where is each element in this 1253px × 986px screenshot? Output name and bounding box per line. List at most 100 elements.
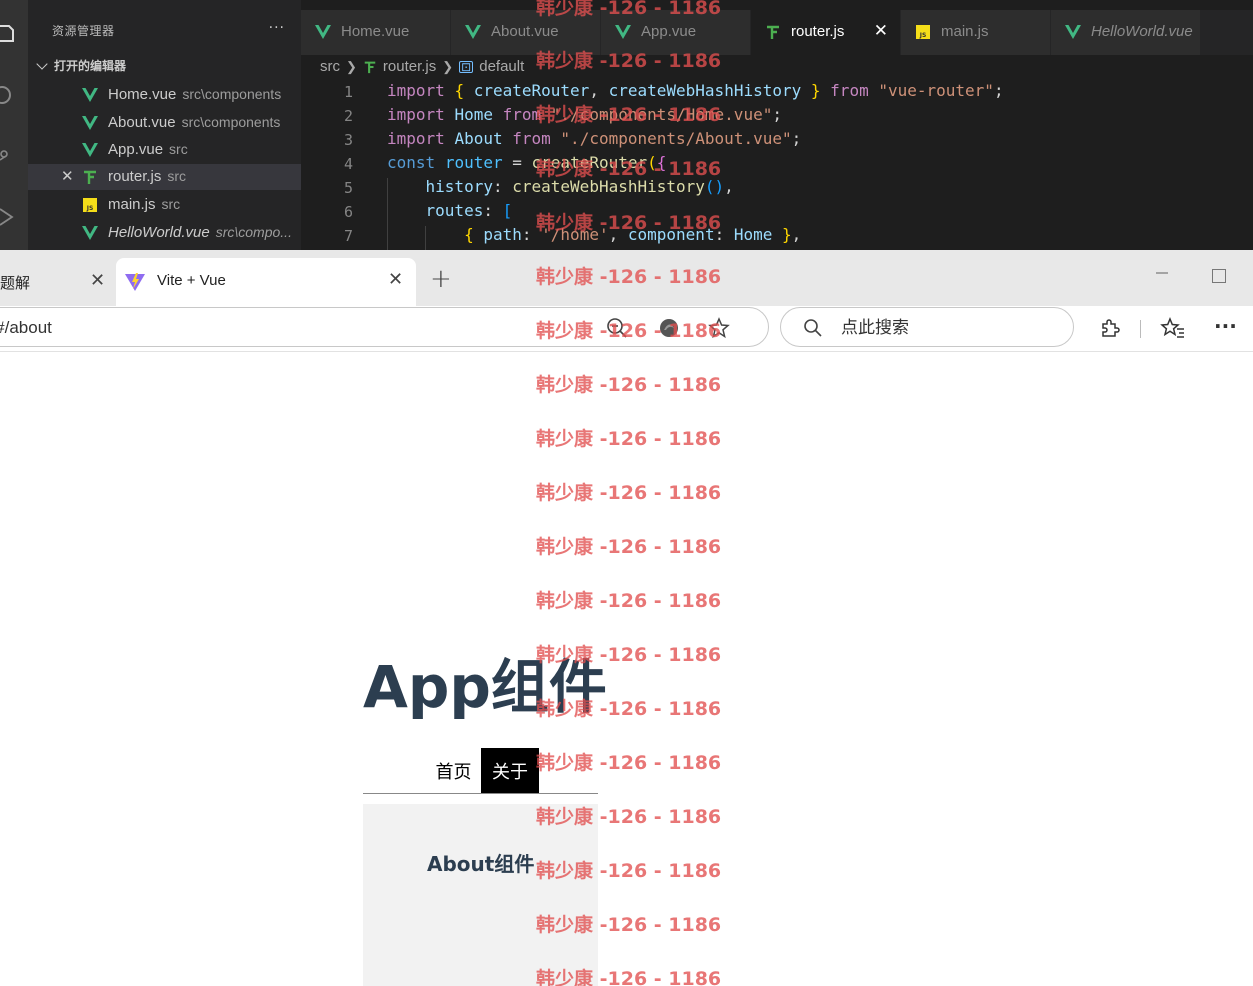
code-token: : [483,201,493,220]
code-token: , [724,177,734,196]
code-token: , [608,225,619,244]
code-token: , [791,225,802,244]
code-token: [ [502,201,513,220]
code-token: Home [733,225,773,244]
browser-tab-bar: 题解 ✕ Vite + Vue ✕ + [0,250,1253,306]
breadcrumb-file[interactable]: router.js [383,58,436,75]
open-editors-label: 打开的编辑器 [54,59,127,73]
toolbar-divider [1140,320,1141,338]
open-editor-name: HelloWorld.vue [108,224,210,241]
browser-tab-label: 题解 [0,274,31,292]
tab-helloworld-vue[interactable]: HelloWorld.vue [1051,10,1201,55]
open-editor-name: main.js [108,196,156,213]
browser-tab-active[interactable]: Vite + Vue ✕ [116,258,416,306]
zoom-icon[interactable] [605,316,629,340]
line-number: 6 [343,203,353,221]
vscode-window: 资源管理器 ··· 打开的编辑器 Home.vue src\components … [0,0,1253,250]
code-line: 3 import About from "./components/About.… [301,128,1253,152]
code-token: } [782,225,792,244]
browser-tab[interactable]: 题解 ✕ [0,261,116,306]
extensions-puzzle-icon[interactable] [1098,316,1122,340]
open-editor-item[interactable]: App.vue src [28,137,301,163]
breadcrumb-folder[interactable]: src [320,58,340,75]
nav-link-home[interactable]: 首页 [426,748,481,793]
search-icon[interactable] [0,86,14,104]
code-token: { [464,225,474,244]
tab-about-vue[interactable]: About.vue [451,10,601,55]
vue-file-icon [615,25,631,39]
close-tab-icon[interactable]: ✕ [874,21,888,41]
open-editor-item[interactable]: Home.vue src\components [28,82,301,108]
line-number: 7 [343,227,353,245]
edge-app-icon[interactable] [657,316,681,340]
svg-text:JS: JS [919,32,927,39]
open-editor-path: src [167,168,187,184]
run-debug-icon[interactable] [0,208,14,226]
chevron-right-icon: ❯ [442,58,454,74]
page-viewport: App组件 首页 关于 About组件 [0,353,1253,986]
explorer-more-button[interactable]: ··· [269,20,285,36]
nav-link-about[interactable]: 关于 [481,748,539,793]
open-editor-item-active[interactable]: ✕ router.js src [28,164,301,190]
tab-label: router.js [791,23,845,40]
open-editor-item[interactable]: JS main.js src [28,192,301,218]
open-editors-header[interactable]: 打开的编辑器 [34,57,126,74]
vue-file-icon [465,25,481,39]
open-editor-name: About.vue [108,114,176,131]
line-number: 4 [343,155,353,173]
tab-app-vue[interactable]: App.vue [601,10,751,55]
search-input[interactable] [841,316,1051,340]
vue-file-icon [82,226,98,240]
open-editor-path: src\compo... [215,224,292,240]
more-menu-button[interactable]: ··· [1214,314,1237,338]
line-number: 2 [343,107,353,125]
chevron-down-icon [36,58,48,70]
url-text: 4/#/about [0,318,52,337]
source-control-icon[interactable] [0,146,14,164]
chevron-right-icon: ❯ [346,58,357,74]
code-token: from [512,129,551,148]
open-editor-item[interactable]: About.vue src\components [28,110,301,136]
open-editor-path: src [169,141,188,157]
code-token: "vue-router" [878,81,994,100]
tab-label: About.vue [491,23,559,40]
new-tab-button[interactable]: + [430,266,452,292]
code-token: { [656,153,667,172]
close-tab-icon[interactable]: ✕ [388,269,403,290]
tab-home-vue[interactable]: Home.vue [301,10,451,55]
address-bar: 4/#/about ··· [0,306,1253,352]
code-token: createRouter [473,81,590,100]
open-editor-name: Home.vue [108,86,177,103]
explorer-sidebar: 资源管理器 ··· 打开的编辑器 Home.vue src\components … [28,0,301,250]
maximize-icon[interactable] [1212,269,1226,283]
breadcrumb-symbol[interactable]: default [479,58,524,75]
close-editor-icon[interactable]: ✕ [61,167,74,185]
open-editor-item[interactable]: HelloWorld.vue src\compo... [28,220,301,246]
search-box[interactable] [780,307,1074,347]
code-line: 1 import { createRouter, createWebHashHi… [301,80,1253,104]
code-token: from [502,105,542,124]
tab-label: Home.vue [341,23,410,40]
tab-label: App.vue [641,23,697,40]
tab-router-js[interactable]: router.js ✕ [751,10,901,55]
router-file-icon [84,170,96,184]
router-file-icon [767,25,779,39]
code-token: } [810,81,821,100]
close-tab-icon[interactable]: ✕ [90,270,105,291]
code-token: = [512,153,522,172]
favorite-star-icon[interactable] [707,316,731,340]
open-editor-path: src\components [182,86,282,102]
code-line: 7 { path: '/home', component: Home }, [301,224,1253,248]
minimize-icon[interactable] [1154,264,1170,280]
code-token: createRouter [531,153,648,172]
code-token: About [454,129,503,148]
vue-file-icon [82,116,98,130]
symbol-variable-icon: ⊡ [459,59,474,74]
url-field[interactable]: 4/#/about [0,307,769,347]
code-token: : [714,225,725,244]
tab-main-js[interactable]: JS main.js [901,10,1051,55]
code-editor[interactable]: 1 import { createRouter, createWebHashHi… [301,80,1253,250]
files-icon[interactable] [0,24,14,42]
favorites-icon[interactable] [1160,316,1186,340]
code-token: "./components/About.vue" [560,129,792,148]
